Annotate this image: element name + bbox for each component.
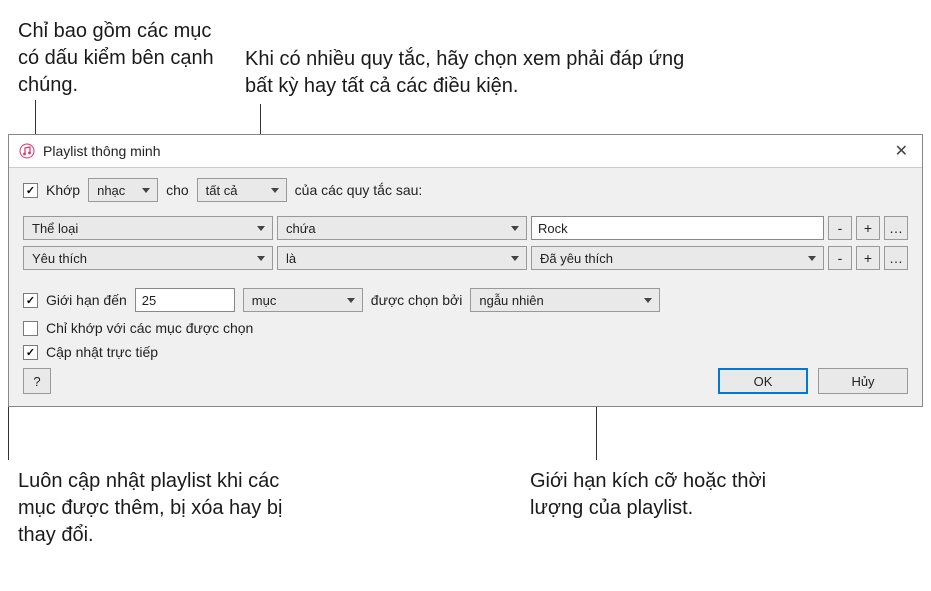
match-scope-value: tất cả xyxy=(206,183,238,198)
rule-row: Thể loại chứa Rock - + … xyxy=(23,216,908,240)
match-checkbox[interactable] xyxy=(23,183,38,198)
match-suffix: của các quy tắc sau: xyxy=(295,182,423,198)
close-button[interactable]: ✕ xyxy=(891,141,912,161)
rule-value-text: Đã yêu thích xyxy=(540,251,613,266)
cancel-button[interactable]: Hủy xyxy=(818,368,908,394)
selected-by-value: ngẫu nhiên xyxy=(479,293,543,308)
limit-value-text: 25 xyxy=(142,293,156,308)
rule-options-button[interactable]: … xyxy=(884,246,908,270)
help-icon: ? xyxy=(33,374,40,389)
match-scope-select[interactable]: tất cả xyxy=(197,178,287,202)
live-update-checkbox[interactable] xyxy=(23,345,38,360)
rules-container: Thể loại chứa Rock - + … Yêu thích là xyxy=(23,210,908,278)
remove-rule-button[interactable]: - xyxy=(828,216,852,240)
rule-op-value: là xyxy=(286,251,296,266)
rule-field-value: Thể loại xyxy=(32,221,78,236)
rule-row: Yêu thích là Đã yêu thích - + … xyxy=(23,246,908,270)
rule-value-text: Rock xyxy=(538,221,568,236)
cancel-label: Hủy xyxy=(851,374,874,389)
limit-unit-select[interactable]: mục xyxy=(243,288,363,312)
for-label: cho xyxy=(166,182,189,198)
match-type-value: nhạc xyxy=(97,183,125,198)
rule-field-value: Yêu thích xyxy=(32,251,87,266)
titlebar: Playlist thông minh ✕ xyxy=(9,135,922,168)
dialog-title: Playlist thông minh xyxy=(43,143,161,159)
limit-unit-value: mục xyxy=(252,293,277,308)
rule-op-select[interactable]: chứa xyxy=(277,216,527,240)
live-update-row: Cập nhật trực tiếp xyxy=(23,344,908,360)
selected-by-select[interactable]: ngẫu nhiên xyxy=(470,288,660,312)
selected-by-label: được chọn bởi xyxy=(371,292,463,308)
match-checked-checkbox[interactable] xyxy=(23,321,38,336)
annotation-match-rules: Khi có nhiều quy tắc, hãy chọn xem phải … xyxy=(245,46,705,100)
rule-op-select[interactable]: là xyxy=(277,246,527,270)
live-update-label: Cập nhật trực tiếp xyxy=(46,344,158,360)
match-row: Khớp nhạc cho tất cả của các quy tắc sau… xyxy=(23,178,908,202)
match-type-select[interactable]: nhạc xyxy=(88,178,158,202)
ok-button[interactable]: OK xyxy=(718,368,808,394)
rule-value-select[interactable]: Đã yêu thích xyxy=(531,246,824,270)
add-rule-button[interactable]: + xyxy=(856,246,880,270)
rule-value-input[interactable]: Rock xyxy=(531,216,824,240)
rule-options-button[interactable]: … xyxy=(884,216,908,240)
dialog-footer: ? OK Hủy xyxy=(23,368,908,394)
limit-value-input[interactable]: 25 xyxy=(135,288,235,312)
rule-field-select[interactable]: Thể loại xyxy=(23,216,273,240)
annotation-checked-items: Chỉ bao gồm các mục có dấu kiểm bên cạnh… xyxy=(18,18,238,99)
annotation-live-update: Luôn cập nhật playlist khi các mục được … xyxy=(18,468,318,549)
limit-checkbox[interactable] xyxy=(23,293,38,308)
rule-op-value: chứa xyxy=(286,221,316,236)
annotation-limit: Giới hạn kích cỡ hoặc thời lượng của pla… xyxy=(530,468,820,522)
match-checked-row: Chỉ khớp với các mục được chọn xyxy=(23,320,908,336)
limit-row: Giới hạn đến 25 mục được chọn bởi ngẫu n… xyxy=(23,288,908,312)
limit-label: Giới hạn đến xyxy=(46,292,127,308)
itunes-icon xyxy=(19,143,35,159)
match-checked-label: Chỉ khớp với các mục được chọn xyxy=(46,320,253,336)
ok-label: OK xyxy=(754,374,773,389)
help-button[interactable]: ? xyxy=(23,368,51,394)
add-rule-button[interactable]: + xyxy=(856,216,880,240)
rule-field-select[interactable]: Yêu thích xyxy=(23,246,273,270)
remove-rule-button[interactable]: - xyxy=(828,246,852,270)
smart-playlist-dialog: Playlist thông minh ✕ Khớp nhạc cho tất … xyxy=(8,134,923,407)
match-label: Khớp xyxy=(46,182,80,198)
